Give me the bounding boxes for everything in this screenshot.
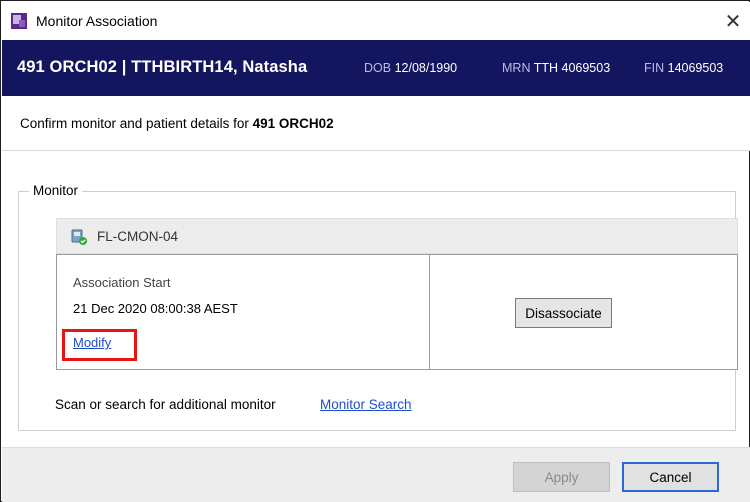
monitor-card-body: Association Start 21 Dec 2020 08:00:38 A… bbox=[56, 254, 738, 370]
monitor-search-link[interactable]: Monitor Search bbox=[320, 397, 412, 412]
mrn-field: MRN TTH 4069503 bbox=[502, 61, 610, 75]
close-icon[interactable]: ✕ bbox=[722, 10, 744, 33]
dob-label: DOB bbox=[364, 61, 392, 75]
cancel-button[interactable]: Cancel bbox=[622, 462, 719, 492]
confirm-prefix: Confirm monitor and patient details for bbox=[20, 116, 253, 131]
close-glyph: ✕ bbox=[724, 10, 742, 33]
fin-label: FIN bbox=[644, 61, 665, 75]
association-start-label: Association Start bbox=[73, 275, 171, 290]
confirm-text: Confirm monitor and patient details for … bbox=[20, 116, 334, 131]
apply-button[interactable]: Apply bbox=[513, 462, 610, 492]
title-bar: Monitor Association ✕ bbox=[2, 2, 750, 40]
app-icon bbox=[11, 13, 27, 29]
confirm-header: Confirm monitor and patient details for … bbox=[2, 96, 750, 151]
mrn-value: TTH 4069503 bbox=[533, 61, 611, 75]
card-divider bbox=[429, 255, 430, 369]
monitor-group-legend: Monitor bbox=[29, 183, 83, 198]
monitor-device-icon bbox=[71, 229, 87, 245]
patient-location-name: 491 ORCH02 | TTHBIRTH14, Natasha bbox=[17, 58, 308, 76]
window-title: Monitor Association bbox=[36, 13, 158, 29]
mrn-label: MRN bbox=[502, 61, 531, 75]
dialog-footer: Apply Cancel bbox=[2, 447, 750, 502]
disassociate-button[interactable]: Disassociate bbox=[515, 298, 612, 328]
modify-link[interactable]: Modify bbox=[73, 335, 111, 350]
monitor-name: FL-CMON-04 bbox=[97, 229, 179, 244]
monitor-card-header: FL-CMON-04 bbox=[56, 218, 738, 254]
confirm-location: 491 ORCH02 bbox=[252, 116, 334, 131]
dob-field: DOB 12/08/1990 bbox=[364, 61, 457, 75]
fin-field: FIN 14069503 bbox=[644, 61, 723, 75]
fin-value: 14069503 bbox=[667, 61, 724, 75]
patient-banner: 491 ORCH02 | TTHBIRTH14, Natasha DOB 12/… bbox=[2, 40, 750, 96]
dob-value: 12/08/1990 bbox=[394, 61, 458, 75]
scan-instruction-text: Scan or search for additional monitor bbox=[55, 397, 276, 412]
association-start-value: 21 Dec 2020 08:00:38 AEST bbox=[73, 301, 238, 316]
monitor-association-window: Monitor Association ✕ 491 ORCH02 | TTHBI… bbox=[0, 0, 750, 502]
